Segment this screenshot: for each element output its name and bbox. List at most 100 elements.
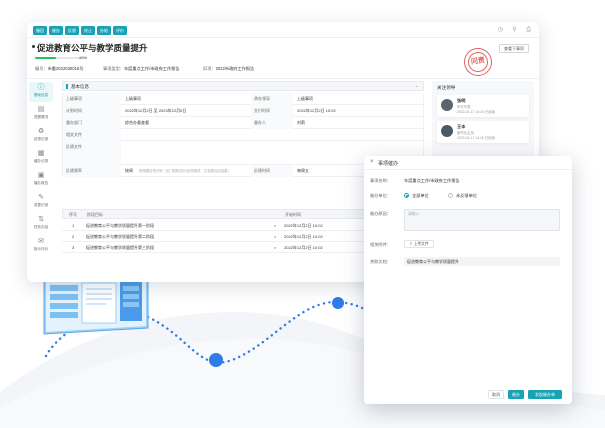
dialog-header: × 事项催办 — [364, 156, 572, 170]
leader-read-time: 2022-04-17 14:18 已阅读 — [457, 136, 495, 140]
follow-title: 关注领导 — [437, 85, 456, 90]
radio-all-label: 全部单位 — [412, 193, 429, 198]
close-icon[interactable]: × — [370, 159, 374, 165]
nav-label: 变更记录 — [33, 203, 49, 207]
meta-type-label: 事项类型： — [103, 66, 124, 71]
meta-code: 编号：市重2022030016号 — [35, 66, 83, 72]
progress-label: 40% — [79, 55, 88, 60]
radio-unfed-units[interactable] — [448, 193, 453, 198]
dot-icon: ● — [274, 223, 277, 228]
info-label: 反馈文件 — [63, 141, 121, 165]
info-row: 上级事项 上级事项 承办领导 上级事项 — [62, 93, 424, 105]
side-nav: ⓘ 基础信息 ▤ 进展情况 ♻ 反馈记录 ▦ 催办记录 ▣ 催办报告 ✎ 变更记… — [27, 80, 55, 282]
nav-item-urge-log[interactable]: ▦ 催办记录 — [29, 148, 53, 168]
path-node — [332, 297, 344, 309]
row-goal: 促进教育公平与教学质量提升第一阶段 — [86, 223, 154, 228]
nav-item-task-complete[interactable]: ⇅ 任务办结 — [29, 214, 53, 234]
withdraw-button[interactable]: 撤回 — [33, 26, 47, 35]
info-label: 上级事项 — [63, 93, 121, 105]
nav-item-feedback-log[interactable]: ♻ 反馈记录 — [29, 126, 53, 146]
row-goal: 促进教育公平与教学质量提升第二阶段 — [86, 234, 154, 239]
section-marker — [66, 84, 68, 89]
basic-info-header[interactable]: 基本信息 ⌄ — [62, 81, 424, 91]
doc-value: 促进教育公平与教学质量提升 — [407, 259, 459, 264]
cancel-button[interactable]: 取消 — [488, 390, 504, 399]
stamp-ring — [466, 50, 490, 74]
evaluate-button[interactable]: 评价 — [113, 26, 127, 35]
urge-button[interactable]: 催办 — [49, 26, 63, 35]
leader-card[interactable]: 张明 市长代表 2022-04-17 14:18 已阅读 — [437, 95, 529, 117]
path-node — [209, 353, 223, 367]
info-label: 承办领导 — [251, 93, 293, 105]
avatar — [441, 125, 453, 137]
nav-label: 催办记录 — [33, 159, 49, 163]
row-index: 1 — [72, 223, 75, 228]
info-label: 相关文件 — [63, 129, 121, 141]
nav-item-urge-report[interactable]: ▣ 催办报告 — [29, 170, 53, 190]
info-value: 综合办督查督 — [125, 120, 149, 125]
info-value: 上级事项 — [297, 96, 313, 101]
radio-unfed-label: 未反馈单位 — [456, 193, 477, 198]
info-label: 计划时间 — [63, 105, 121, 117]
info-value: 上级事项 — [125, 96, 141, 101]
nav-item-progress[interactable]: ▤ 进展情况 — [29, 104, 53, 124]
chart-icon: ▤ — [37, 106, 45, 113]
complete-button[interactable]: 办结 — [97, 26, 111, 35]
flow-icon: ⇅ — [38, 216, 44, 223]
info-value: 刘莉 — [297, 120, 305, 125]
info-row: 相关文件 — [62, 129, 424, 141]
section-title: 基本信息 — [71, 83, 89, 89]
title-bullet — [32, 45, 35, 48]
calendar-icon: ▦ — [37, 150, 45, 157]
row-start: 2022年12月2日 10:02 — [284, 234, 323, 239]
nav-label: 进展情况 — [33, 115, 49, 119]
col-header: 开始时间 — [285, 212, 301, 217]
print-icon[interactable]: ⎙ — [525, 27, 532, 34]
info-value: 按周 — [125, 168, 133, 173]
view-subitem-button[interactable]: 查看下事项 — [499, 44, 529, 53]
urge-dialog: × 事项催办 事项名称： 年度重点工作/市政府工作报告 催办单位： 全部单位 未… — [364, 156, 572, 404]
terminate-button[interactable]: 终止 — [81, 26, 95, 35]
row-index: 3 — [72, 245, 75, 250]
unit-label: 催办单位： — [370, 193, 391, 198]
meta-type-value: 年度重点工作/市政府工作报告 — [123, 66, 180, 71]
doc-field[interactable]: 促进教育公平与教学质量提升 — [404, 257, 560, 266]
info-label: 督办人 — [251, 117, 293, 129]
dot-icon: ● — [274, 245, 277, 250]
recycle-icon: ♻ — [37, 128, 45, 135]
reason-placeholder: 请输入 — [408, 212, 420, 216]
nav-label: 批示评价 — [33, 247, 49, 251]
send-urge-form-button[interactable]: 发起催办单 — [528, 390, 562, 399]
nav-label: 基础信息 — [33, 93, 49, 97]
meta-code-label: 编号： — [35, 66, 48, 71]
doc-label: 关联文档： — [370, 259, 391, 264]
col-header: 序号 — [69, 212, 77, 217]
nav-item-instructions[interactable]: ✉ 批示评价 — [29, 236, 53, 256]
info-hint: 按周期反馈分别（如: 按周/按月/反馈事项，并查看对应结果） — [139, 169, 231, 173]
nav-item-change-log[interactable]: ✎ 变更记录 — [29, 192, 53, 212]
upload-button[interactable]: ⇪ 上传文件 — [404, 240, 434, 248]
feedback-button[interactable]: 反馈 — [65, 26, 79, 35]
chevron-down-icon[interactable]: ⌄ — [415, 83, 419, 89]
leader-card[interactable]: 王丰 副市长主持 2022-04-17 14:18 已阅读 — [437, 121, 529, 143]
info-label: 交付时间 — [251, 105, 293, 117]
reason-textarea[interactable]: 请输入 — [404, 209, 560, 231]
meta-type: 事项类型：年度重点工作/市政府工作报告 — [103, 66, 180, 72]
clock-icon[interactable]: ◷ — [497, 27, 504, 34]
dot-icon: ● — [274, 234, 277, 239]
report-icon: ▣ — [37, 172, 45, 179]
attach-icon[interactable]: ⚲ — [511, 27, 518, 34]
item-name-value: 年度重点工作/市政府工作报告 — [404, 178, 460, 183]
radio-all-units[interactable] — [404, 193, 409, 198]
info-value: 2022年12月2日 10:02 — [297, 108, 336, 113]
nav-label: 反馈记录 — [33, 137, 49, 141]
nav-label: 任务办结 — [33, 225, 49, 229]
row-goal: 促进教育公平与教学质量提升第三阶段 — [86, 245, 154, 250]
nav-item-basic-info[interactable]: ⓘ 基础信息 — [29, 82, 53, 102]
info-value: 2022年12月2日 至 2023年12月5日 — [125, 108, 187, 113]
progress-fill — [35, 57, 56, 59]
row-index: 2 — [72, 234, 75, 239]
upload-label: 上传文件 — [413, 242, 429, 246]
page-title: 促进教育公平与教学质量提升 — [37, 43, 148, 53]
urge-submit-button[interactable]: 催办 — [508, 390, 524, 399]
